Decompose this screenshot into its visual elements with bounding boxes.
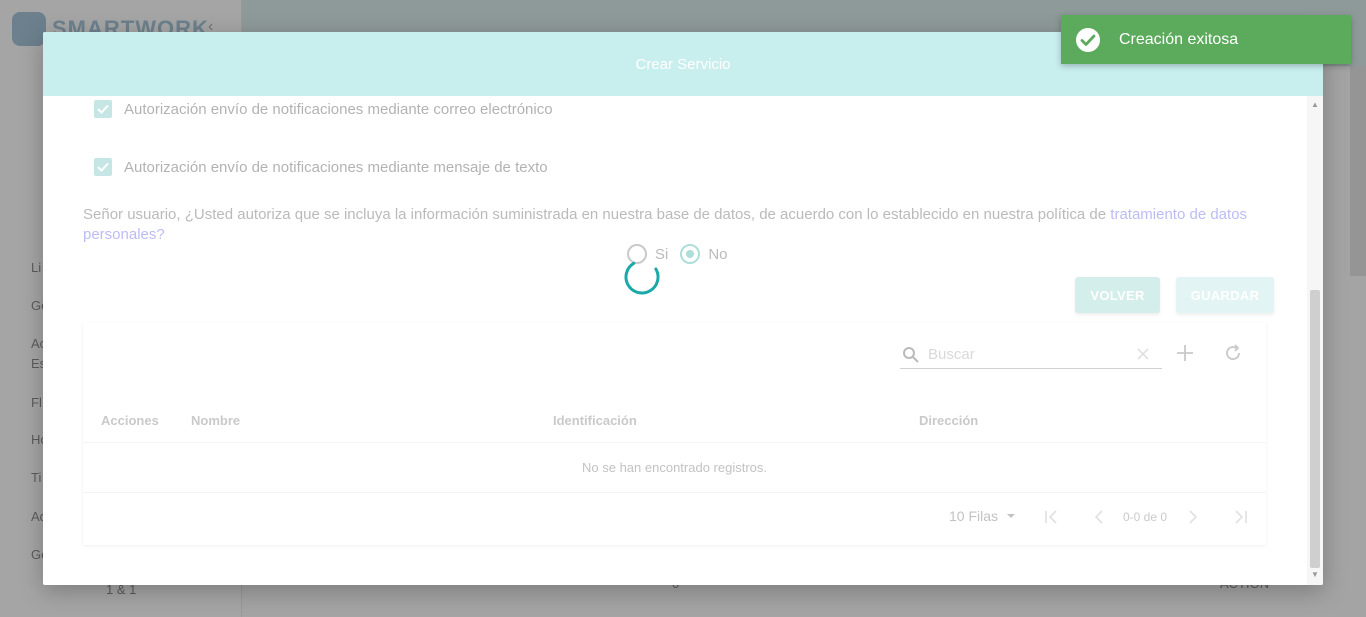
previous-page-icon[interactable] <box>1089 507 1109 527</box>
modal-title: Crear Servicio <box>635 55 731 73</box>
toast-message: Creación exitosa <box>1119 30 1239 48</box>
dropdown-arrow-icon <box>1007 514 1016 518</box>
empty-table-message: No se han encontrado registros. <box>83 443 1266 493</box>
search-field <box>900 341 1162 369</box>
search-input[interactable] <box>928 346 1128 363</box>
pagination-bar: 10 Filas 0-0 de 0 <box>83 505 1266 529</box>
radio-no-circle[interactable] <box>680 244 701 264</box>
modal-body: Autorización envío de notificaciones med… <box>43 96 1307 585</box>
checkmark-icon <box>97 104 109 114</box>
create-service-modal: Crear Servicio Autorización envío de not… <box>43 32 1323 585</box>
scroll-thumb[interactable] <box>1310 290 1320 568</box>
page-range-text: 0-0 de 0 <box>1123 510 1168 524</box>
add-record-icon[interactable] <box>1175 343 1195 363</box>
loading-spinner-icon <box>624 259 660 295</box>
success-toast[interactable]: Creación exitosa <box>1061 15 1351 64</box>
back-button[interactable]: VOLVER <box>1075 277 1160 313</box>
column-header-identificacion[interactable]: Identificación <box>553 413 637 428</box>
check-circle-icon <box>1076 27 1100 52</box>
rows-per-page-value: 10 Filas <box>949 508 999 524</box>
rows-per-page-select[interactable]: 10 Filas <box>949 508 1018 524</box>
modal-scrollbar[interactable]: ▲ ▼ <box>1307 96 1323 585</box>
last-page-icon[interactable] <box>1231 507 1251 527</box>
search-icon <box>903 346 919 363</box>
radio-no[interactable]: No <box>680 244 728 264</box>
column-header-direccion[interactable]: Dirección <box>919 413 978 428</box>
email-notification-checkbox-row[interactable]: Autorización envío de notificaciones med… <box>94 100 553 118</box>
scroll-up-arrow-icon[interactable]: ▲ <box>1311 100 1319 109</box>
email-notification-checkbox[interactable] <box>94 100 112 118</box>
sms-notification-label: Autorización envío de notificaciones med… <box>124 158 548 176</box>
email-notification-label: Autorización envío de notificaciones med… <box>124 100 553 118</box>
records-table-card: Acciones Nombre Identificación Dirección… <box>83 323 1266 545</box>
next-page-icon[interactable] <box>1183 507 1203 527</box>
column-header-nombre[interactable]: Nombre <box>191 413 240 428</box>
scroll-down-arrow-icon[interactable]: ▼ <box>1311 570 1319 579</box>
table-header-row: Acciones Nombre Identificación Dirección <box>83 397 1266 443</box>
save-button[interactable]: GUARDAR <box>1176 277 1274 313</box>
first-page-icon[interactable] <box>1041 507 1061 527</box>
clear-search-icon[interactable] <box>1136 347 1150 361</box>
refresh-icon[interactable] <box>1223 343 1243 363</box>
sms-notification-checkbox[interactable] <box>94 158 112 176</box>
data-consent-question: Señor usuario, ¿Usted autoriza que se in… <box>83 205 1263 245</box>
consent-text: Señor usuario, ¿Usted autoriza que se in… <box>83 206 1111 223</box>
sms-notification-checkbox-row[interactable]: Autorización envío de notificaciones med… <box>94 158 548 176</box>
checkmark-icon <box>97 162 109 172</box>
radio-no-label: No <box>708 245 728 263</box>
column-header-acciones[interactable]: Acciones <box>101 413 159 428</box>
